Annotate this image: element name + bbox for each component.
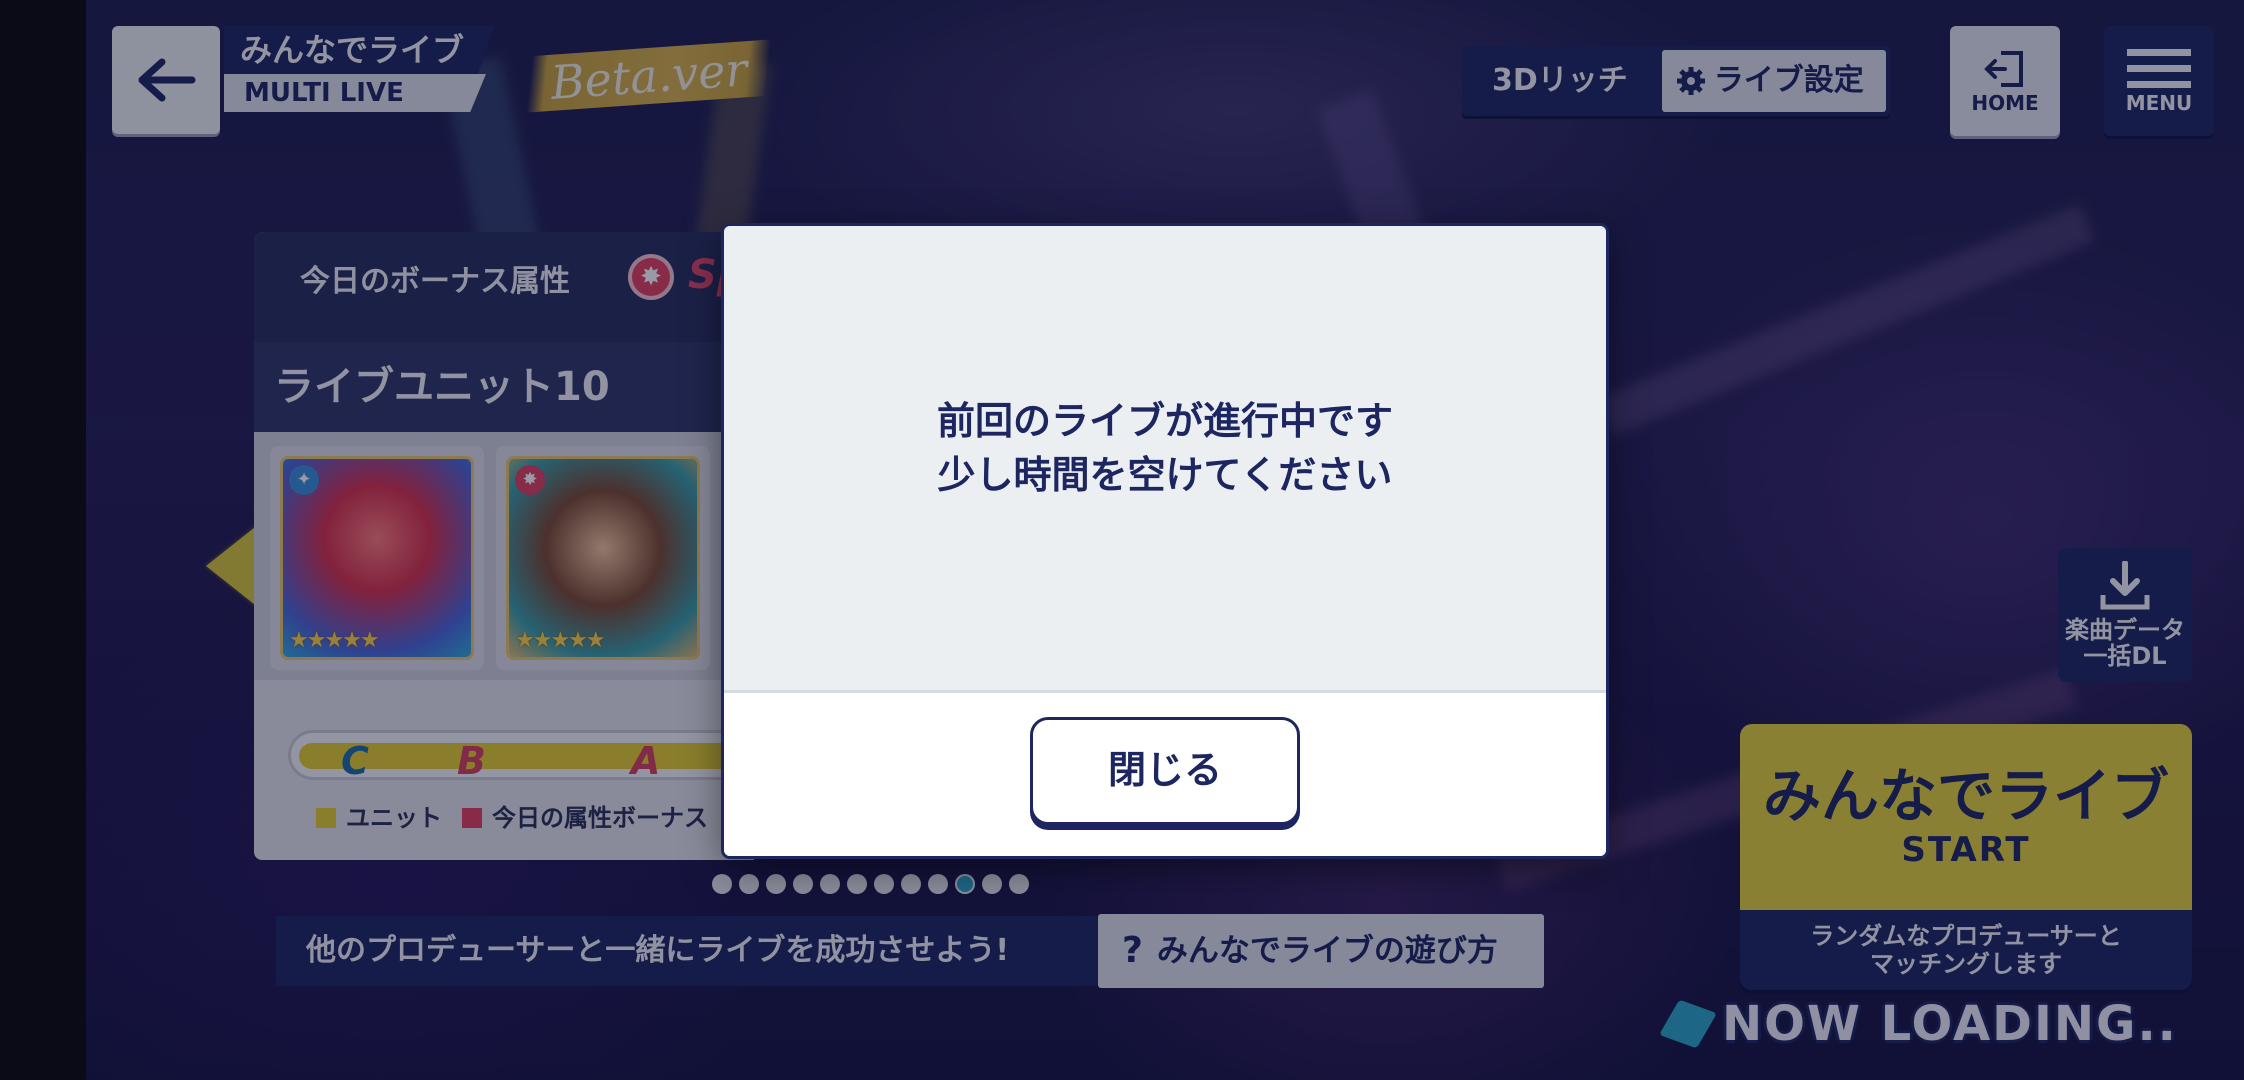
dialog-footer: 閉じる xyxy=(724,690,1606,856)
dialog-body: 前回のライブが進行中です 少し時間を空けてください xyxy=(724,226,1606,690)
dialog-message: 前回のライブが進行中です 少し時間を空けてください xyxy=(937,394,1393,502)
dialog-message-line2: 少し時間を空けてください xyxy=(937,453,1393,497)
close-button[interactable]: 閉じる xyxy=(1030,717,1300,825)
app-screen: みんなでライブ MULTI LIVE Beta.ver 3Dリッチ ライブ設定 … xyxy=(0,0,2244,1080)
notice-dialog: 前回のライブが進行中です 少し時間を空けてください 閉じる xyxy=(724,226,1606,856)
dialog-message-line1: 前回のライブが進行中です xyxy=(936,399,1393,443)
